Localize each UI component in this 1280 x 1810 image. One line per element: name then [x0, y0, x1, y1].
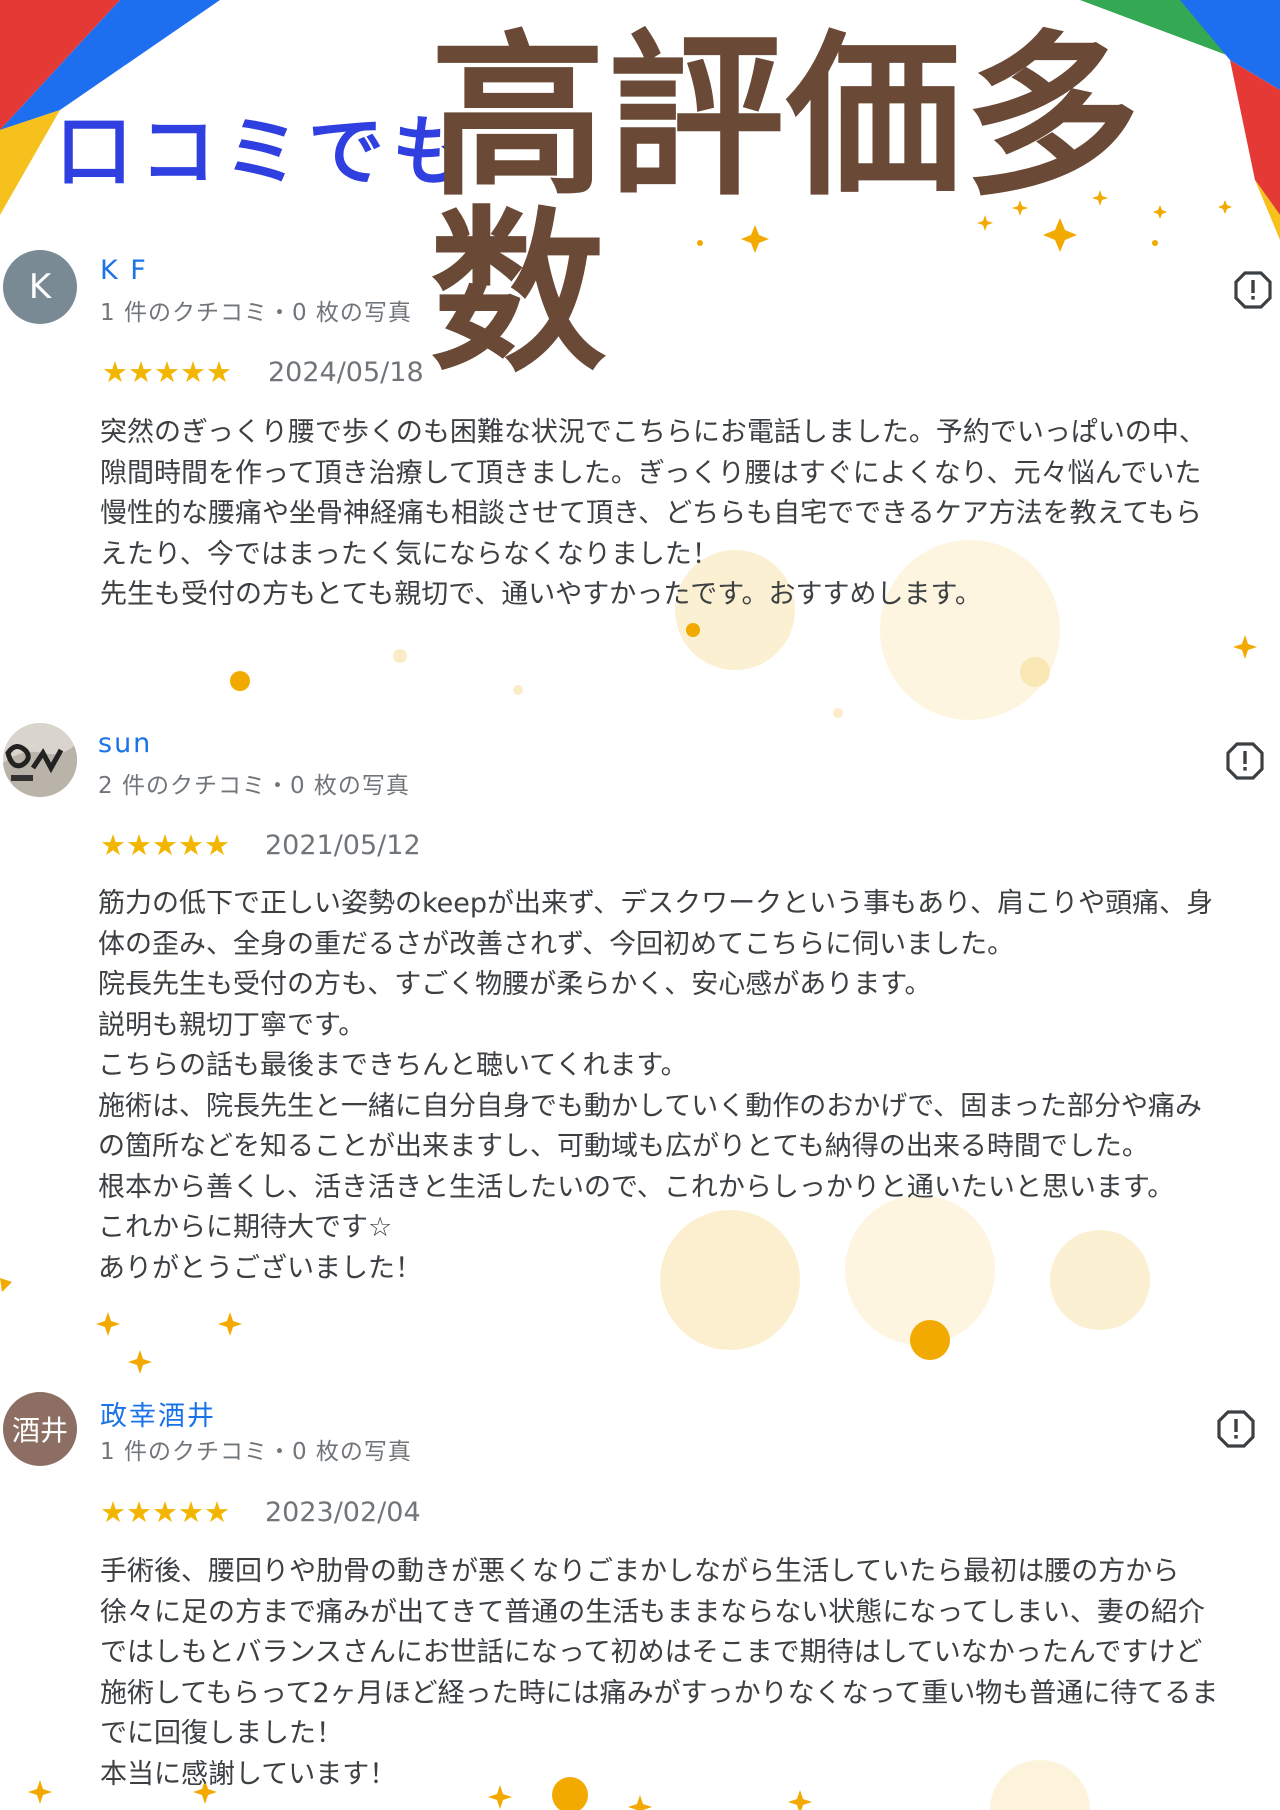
- avatar-initial: K: [28, 267, 52, 307]
- review-text: 突然のぎっくり腰で歩くのも困難な状況でこちらにお電話しました。予約でいっぱいの中…: [100, 417, 1206, 610]
- star-rating: ★★★★★: [100, 1495, 230, 1529]
- report-flag-icon[interactable]: [1234, 271, 1272, 309]
- report-flag-icon[interactable]: [1226, 742, 1264, 780]
- report-flag-icon[interactable]: [1217, 1410, 1255, 1448]
- review-date: 2024/05/18: [268, 357, 424, 388]
- reviewer-meta: 2 件のクチコミ・0 枚の写真: [98, 773, 410, 799]
- reviewer-name[interactable]: sun: [98, 728, 152, 759]
- review-date: 2021/05/12: [265, 830, 421, 861]
- header-title: 高評価多数: [430, 15, 1143, 396]
- avatar-photo-icon: [3, 723, 77, 797]
- avatar[interactable]: 酒井: [3, 1392, 77, 1466]
- avatar-initial: 酒井: [11, 1414, 68, 1447]
- reviewer-name[interactable]: K F: [100, 255, 148, 286]
- reviewer-meta: 1 件のクチコミ・0 枚の写真: [100, 300, 412, 326]
- review-text: 手術後、腰回りや肋骨の動きが悪くなりごまかしながら生活していたら最初は腰の方から…: [100, 1556, 1219, 1790]
- avatar[interactable]: K: [3, 250, 77, 324]
- reviewer-name[interactable]: 政幸酒井: [100, 1394, 216, 1433]
- review-text: 筋力の低下で正しい姿勢のkeepが出来ず、デスクワークという事もあり、肩こりや頭…: [98, 888, 1214, 1284]
- review-date: 2023/02/04: [265, 1497, 421, 1528]
- star-rating: ★★★★★: [102, 355, 232, 389]
- header: 口コミでも 高評価多数: [0, 0, 1280, 382]
- star-rating: ★★★★★: [100, 828, 230, 862]
- header-subtitle: 口コミでも: [56, 107, 476, 196]
- reviewer-meta: 1 件のクチコミ・0 枚の写真: [100, 1439, 412, 1465]
- avatar[interactable]: [3, 723, 77, 797]
